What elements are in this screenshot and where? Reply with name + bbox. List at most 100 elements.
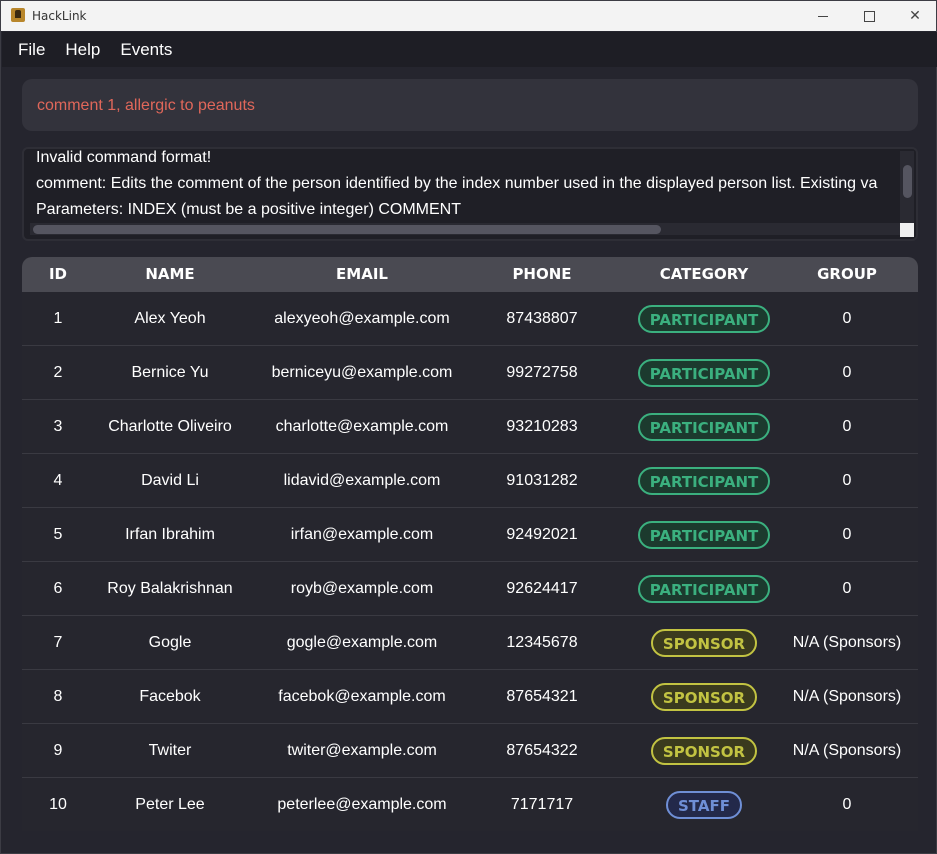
- minimize-button[interactable]: [800, 1, 846, 31]
- cell-category: PARTICIPANT: [606, 508, 802, 561]
- cell-id: 10: [49, 796, 67, 813]
- menu-events[interactable]: Events: [120, 40, 172, 60]
- menu-bar: File Help Events: [2, 32, 937, 67]
- cell-category: PARTICIPANT: [606, 292, 802, 345]
- table-row[interactable]: 5 Irfan Ibrahim irfan@example.com 924920…: [22, 508, 918, 562]
- cell-name: David Li: [141, 472, 199, 489]
- maximize-icon: [863, 10, 875, 22]
- result-text: Invalid command format! comment: Edits t…: [36, 149, 906, 223]
- cell-email: peterlee@example.com: [277, 796, 447, 813]
- category-badge: PARTICIPANT: [637, 520, 771, 549]
- cell-email: lidavid@example.com: [283, 472, 441, 489]
- cell-phone: 99272758: [506, 364, 578, 381]
- app-logo-icon: [11, 8, 25, 22]
- vertical-scroll-thumb[interactable]: [903, 165, 912, 198]
- column-header-phone[interactable]: PHONE: [478, 257, 606, 292]
- cell-group: 0: [842, 472, 852, 489]
- cell-category: STAFF: [606, 778, 802, 831]
- cell-email: royb@example.com: [290, 580, 434, 597]
- category-badge: PARTICIPANT: [637, 304, 771, 333]
- cell-name: Twiter: [148, 742, 192, 759]
- column-header-email[interactable]: EMAIL: [246, 257, 478, 292]
- cell-phone: 7171717: [510, 796, 574, 813]
- cell-group: 0: [842, 418, 852, 435]
- cell-id: 4: [53, 472, 63, 489]
- person-table: ID NAME EMAIL PHONE CATEGORY GROUP 1 Ale…: [22, 257, 918, 831]
- cell-id: 3: [53, 418, 63, 435]
- cell-name: Peter Lee: [135, 796, 205, 813]
- cell-email: charlotte@example.com: [275, 418, 449, 435]
- table-row[interactable]: 10 Peter Lee peterlee@example.com 717171…: [22, 778, 918, 831]
- cell-group: N/A (Sponsors): [792, 688, 902, 705]
- category-badge: SPONSOR: [650, 736, 758, 765]
- horizontal-scrollbar[interactable]: [30, 223, 900, 235]
- close-button[interactable]: ✕: [892, 1, 937, 31]
- cell-name: Irfan Ibrahim: [125, 526, 215, 543]
- cell-id: 9: [53, 742, 63, 759]
- cell-phone: 93210283: [506, 418, 578, 435]
- cell-group: N/A (Sponsors): [792, 742, 902, 759]
- cell-phone: 87654321: [506, 688, 578, 705]
- table-row[interactable]: 2 Bernice Yu berniceyu@example.com 99272…: [22, 346, 918, 400]
- minimize-icon: [818, 15, 828, 17]
- cell-group: 0: [842, 364, 852, 381]
- title-bar[interactable]: HackLink ✕: [1, 1, 936, 31]
- category-badge: PARTICIPANT: [637, 412, 771, 441]
- column-header-name[interactable]: NAME: [94, 257, 246, 292]
- cell-phone: 91031282: [506, 472, 578, 489]
- result-line: Invalid command format!: [36, 149, 212, 166]
- command-input[interactable]: [35, 93, 899, 119]
- cell-group: 0: [842, 310, 852, 327]
- cell-group: 0: [842, 796, 852, 813]
- cell-id: 8: [53, 688, 63, 705]
- category-badge: PARTICIPANT: [637, 358, 771, 387]
- cell-category: PARTICIPANT: [606, 400, 802, 453]
- cell-category: PARTICIPANT: [606, 562, 802, 615]
- horizontal-scroll-thumb[interactable]: [33, 225, 661, 234]
- result-line: comment: Edits the comment of the person…: [36, 175, 878, 192]
- cell-email: gogle@example.com: [286, 634, 438, 651]
- category-badge: SPONSOR: [650, 628, 758, 657]
- category-badge: PARTICIPANT: [637, 574, 771, 603]
- table-row[interactable]: 4 David Li lidavid@example.com 91031282 …: [22, 454, 918, 508]
- cell-phone: 92624417: [506, 580, 578, 597]
- menu-file[interactable]: File: [18, 40, 45, 60]
- cell-name: Charlotte Oliveiro: [108, 418, 232, 435]
- window-title: HackLink: [32, 9, 87, 23]
- cell-group: 0: [842, 526, 852, 543]
- table-row[interactable]: 6 Roy Balakrishnan royb@example.com 9262…: [22, 562, 918, 616]
- column-header-id[interactable]: ID: [22, 257, 94, 292]
- table-row[interactable]: 1 Alex Yeoh alexyeoh@example.com 8743880…: [22, 292, 918, 346]
- cell-category: PARTICIPANT: [606, 346, 802, 399]
- cell-id: 1: [53, 310, 63, 327]
- cell-name: Roy Balakrishnan: [107, 580, 233, 597]
- cell-category: SPONSOR: [606, 670, 802, 723]
- category-badge: SPONSOR: [650, 682, 758, 711]
- column-header-category[interactable]: CATEGORY: [606, 257, 802, 292]
- result-display: Invalid command format! comment: Edits t…: [22, 147, 918, 241]
- menu-help[interactable]: Help: [65, 40, 100, 60]
- cell-phone: 87654322: [506, 742, 578, 759]
- cell-email: facebok@example.com: [278, 688, 446, 705]
- cell-category: PARTICIPANT: [606, 454, 802, 507]
- maximize-button[interactable]: [846, 1, 892, 31]
- cell-category: SPONSOR: [606, 724, 802, 777]
- category-badge: PARTICIPANT: [637, 466, 771, 495]
- table-row[interactable]: 3 Charlotte Oliveiro charlotte@example.c…: [22, 400, 918, 454]
- table-row[interactable]: 7 Gogle gogle@example.com 12345678 SPONS…: [22, 616, 918, 670]
- column-header-group[interactable]: GROUP: [782, 257, 912, 292]
- cell-name: Alex Yeoh: [134, 310, 206, 327]
- cell-name: Bernice Yu: [131, 364, 209, 381]
- cell-id: 5: [53, 526, 63, 543]
- table-row[interactable]: 8 Facebok facebok@example.com 87654321 S…: [22, 670, 918, 724]
- cell-id: 7: [53, 634, 63, 651]
- result-line: Parameters: INDEX (must be a positive in…: [36, 201, 462, 218]
- cell-email: twiter@example.com: [287, 742, 437, 759]
- cell-phone: 12345678: [506, 634, 578, 651]
- cell-email: alexyeoh@example.com: [274, 310, 450, 327]
- table-row[interactable]: 9 Twiter twiter@example.com 87654322 SPO…: [22, 724, 918, 778]
- cell-email: irfan@example.com: [290, 526, 434, 543]
- category-badge: STAFF: [666, 790, 742, 819]
- cell-name: Facebok: [139, 688, 201, 705]
- cell-name: Gogle: [148, 634, 192, 651]
